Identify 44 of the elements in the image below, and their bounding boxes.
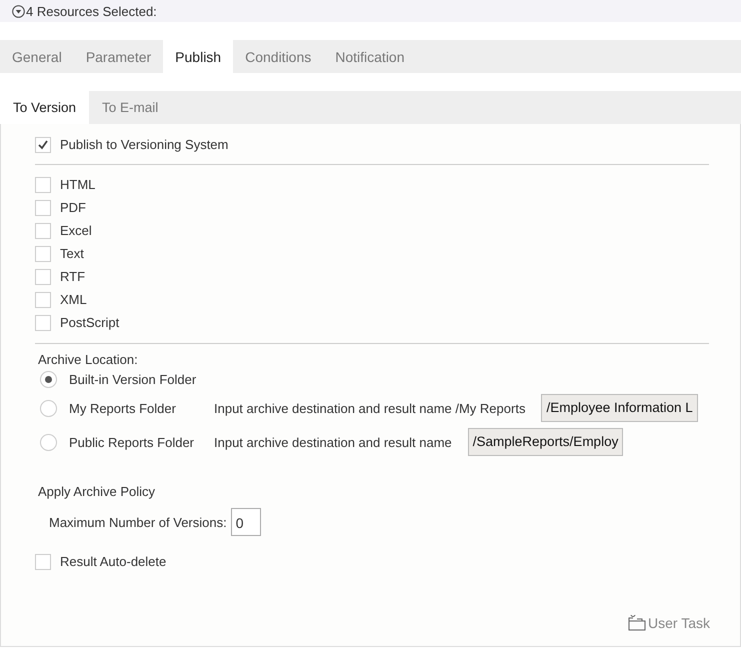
checkbox-label: HTML (60, 177, 96, 192)
header-title: 4 Resources Selected: (26, 4, 157, 18)
checkbox[interactable] (35, 314, 51, 330)
folder-icon (628, 615, 646, 631)
radio-label: My Reports Folder (69, 400, 177, 416)
tab[interactable]: Conditions (233, 40, 324, 73)
tab[interactable]: Parameter (74, 40, 164, 73)
radio-label: Built-in Version Folder (69, 372, 198, 387)
radio-button[interactable] (40, 371, 57, 388)
tab[interactable]: To Version (0, 91, 90, 124)
radio-button[interactable] (40, 400, 57, 416)
checkbox[interactable] (35, 136, 51, 152)
input-field[interactable]: /Employee Information L (541, 394, 698, 422)
checkbox[interactable] (35, 200, 51, 216)
checkbox[interactable] (35, 176, 51, 192)
checkbox-label: PostScript (60, 315, 120, 330)
tab[interactable]: General (0, 40, 74, 73)
checkbox[interactable] (35, 292, 51, 308)
field-hint: Input archive destination and result name (214, 434, 452, 450)
checkbox[interactable] (35, 268, 51, 284)
checkbox-label: RTF (60, 269, 86, 284)
section-title: Apply Archive Policy (38, 484, 156, 499)
checkbox[interactable] (35, 246, 51, 262)
checkbox[interactable] (35, 554, 51, 570)
tab[interactable]: Publish (163, 40, 234, 73)
radio-label: Public Reports Folder (69, 434, 195, 450)
field-label: Maximum Number of Versions: (49, 514, 227, 530)
checkbox-label: Publish to Versioning System (60, 137, 228, 152)
tab[interactable]: To E-mail (89, 91, 172, 124)
tab[interactable]: Notification (323, 40, 417, 73)
checkbox-label: PDF (60, 200, 86, 215)
section-title: Archive Location: (38, 352, 139, 367)
number-field[interactable]: 0 (230, 508, 261, 536)
user-task-link[interactable]: User Task (628, 615, 710, 631)
checkbox-label: Excel (60, 223, 92, 238)
collapse-icon[interactable] (12, 4, 25, 18)
check-icon (37, 138, 49, 150)
field-hint: Input archive destination and result name /My Reports (214, 400, 526, 416)
checkbox[interactable] (35, 222, 51, 238)
checkbox-label: Text (60, 246, 84, 261)
checkbox-label: XML (60, 292, 87, 307)
checkbox-label: Result Auto-delete (60, 554, 166, 569)
input-field[interactable]: /SampleReports/Employ (468, 428, 624, 456)
radio-button[interactable] (40, 434, 57, 450)
